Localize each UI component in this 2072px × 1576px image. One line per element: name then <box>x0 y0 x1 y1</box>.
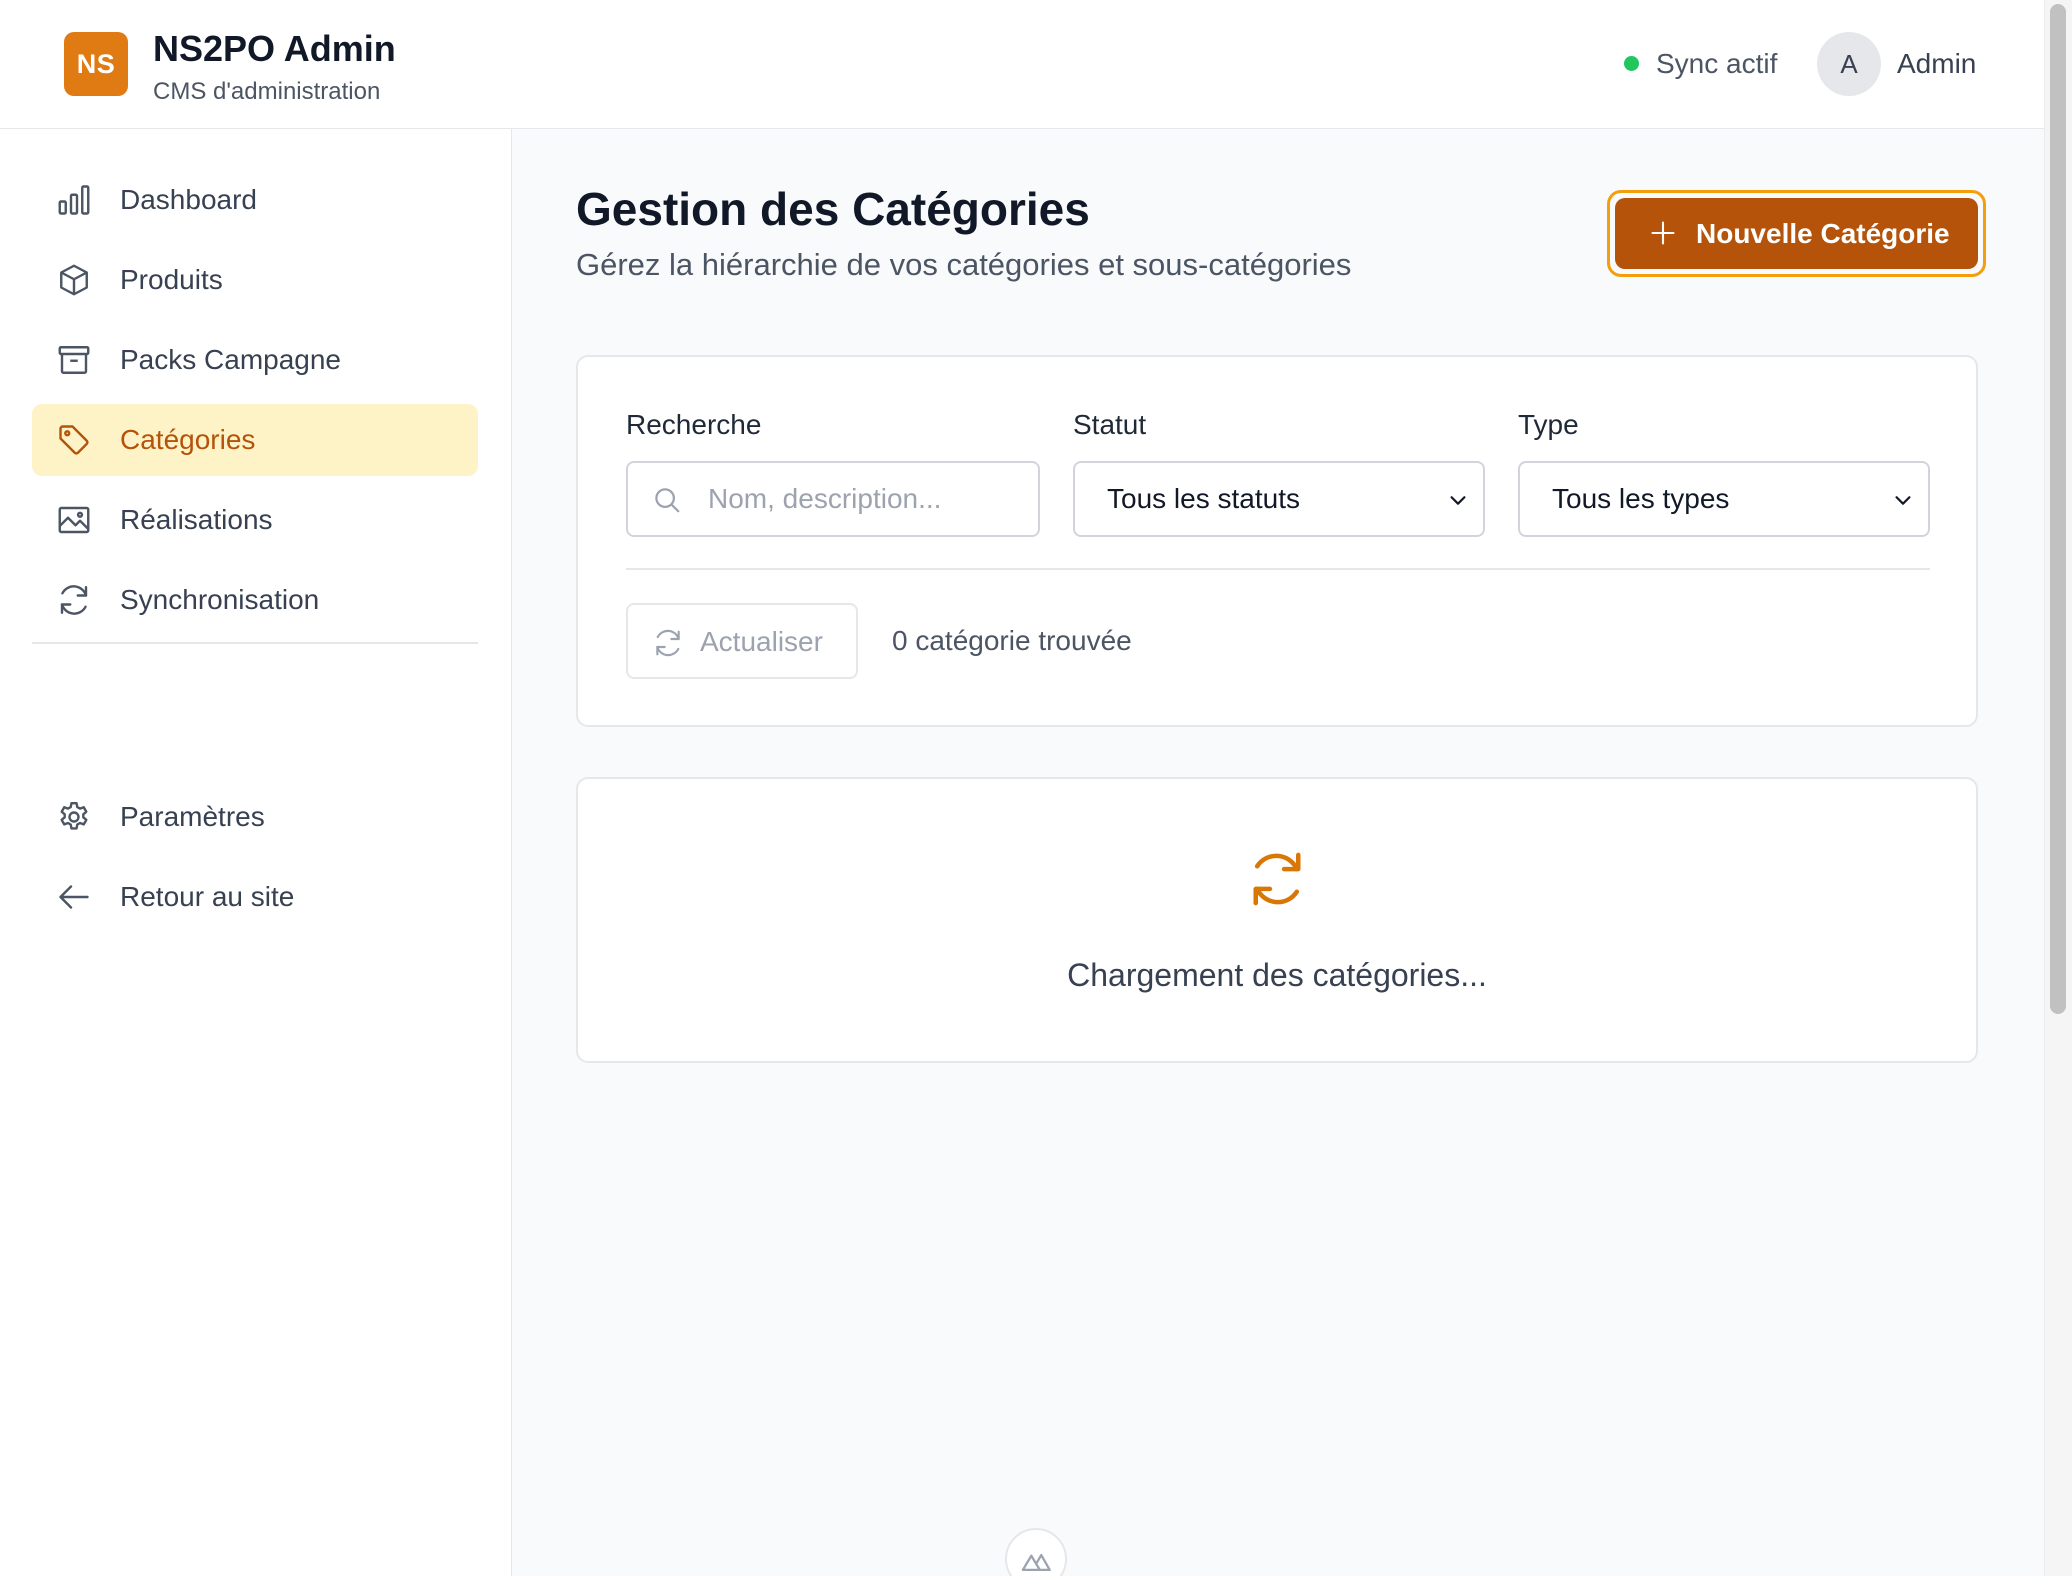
loading-text: Chargement des catégories... <box>1067 957 1487 993</box>
archive-box-icon <box>56 342 92 378</box>
sidebar-item-label: Dashboard <box>120 184 257 215</box>
type-select-value: Tous les types <box>1552 483 1730 514</box>
refresh-label: Actualiser <box>700 626 823 657</box>
new-category-button[interactable]: Nouvelle Catégorie <box>1615 198 1978 269</box>
sidebar-item-produits[interactable]: Produits <box>32 244 478 316</box>
scrollbar-thumb[interactable] <box>2050 4 2066 1014</box>
sync-status-dot <box>1624 56 1639 71</box>
chevron-down-icon <box>1892 489 1914 511</box>
nuxt-logo-icon <box>1021 1553 1051 1572</box>
new-category-label: Nouvelle Catégorie <box>1696 218 1950 249</box>
bar-chart-icon <box>56 182 92 218</box>
user-name[interactable]: Admin <box>1897 48 1976 80</box>
refresh-button[interactable]: Actualiser <box>626 603 858 679</box>
sidebar-item-packs-campagne[interactable]: Packs Campagne <box>32 324 478 396</box>
sidebar-item-label: Réalisations <box>120 504 273 535</box>
app-title: NS2PO Admin <box>153 28 396 69</box>
sidebar-item-realisations[interactable]: Réalisations <box>32 484 478 556</box>
tag-icon <box>56 422 92 458</box>
filters-divider <box>626 568 1930 570</box>
loading-card: Chargement des catégories... <box>576 777 1978 1063</box>
page-subtitle: Gérez la hiérarchie de vos catégories et… <box>576 247 1352 282</box>
app-logo[interactable]: NS <box>64 32 128 96</box>
result-count: 0 catégorie trouvée <box>892 625 1132 656</box>
arrow-left-icon <box>56 879 92 915</box>
search-placeholder: Nom, description... <box>708 483 942 514</box>
devtools-badge[interactable] <box>1005 1528 1067 1576</box>
gear-icon <box>56 799 92 835</box>
status-label: Statut <box>1073 409 1147 440</box>
type-label: Type <box>1518 409 1579 440</box>
loading-spinner-icon <box>1243 845 1311 913</box>
sidebar-item-categories[interactable]: Catégories <box>32 404 478 476</box>
sidebar-divider <box>32 642 478 644</box>
sidebar-item-label: Packs Campagne <box>120 344 342 375</box>
app-subtitle: CMS d'administration <box>153 78 381 105</box>
image-icon <box>56 502 92 538</box>
sync-status-text: Sync actif <box>1656 48 1778 79</box>
page-title: Gestion des Catégories <box>576 183 1090 235</box>
sidebar-item-synchronisation[interactable]: Synchronisation <box>32 564 478 636</box>
type-select[interactable]: Tous les types <box>1518 461 1930 537</box>
status-select[interactable]: Tous les statuts <box>1073 461 1485 537</box>
status-select-value: Tous les statuts <box>1107 483 1300 514</box>
refresh-icon <box>652 627 684 659</box>
chevron-down-icon <box>1447 489 1469 511</box>
sidebar-item-parametres[interactable]: Paramètres <box>32 781 478 853</box>
cube-icon <box>56 262 92 298</box>
sidebar-item-label: Retour au site <box>120 881 295 912</box>
sidebar-item-label: Paramètres <box>120 801 265 832</box>
sidebar-item-dashboard[interactable]: Dashboard <box>32 164 478 236</box>
sidebar: Dashboard Produits Packs Campagne Catégo… <box>0 129 512 1576</box>
search-input[interactable]: Nom, description... <box>626 461 1040 537</box>
user-avatar[interactable]: A <box>1817 32 1881 96</box>
sidebar-item-label: Produits <box>120 264 223 295</box>
filters-card: Recherche Nom, description... Statut Tou… <box>576 355 1978 727</box>
search-label: Recherche <box>626 409 762 440</box>
plus-icon <box>1649 219 1677 247</box>
sidebar-item-retour-au-site[interactable]: Retour au site <box>32 861 478 933</box>
sidebar-item-label: Catégories <box>120 424 256 455</box>
sidebar-item-label: Synchronisation <box>120 584 320 615</box>
sync-icon <box>56 582 92 618</box>
search-icon <box>652 485 682 515</box>
top-header: NS NS2PO Admin CMS d'administration Sync… <box>0 0 2044 129</box>
